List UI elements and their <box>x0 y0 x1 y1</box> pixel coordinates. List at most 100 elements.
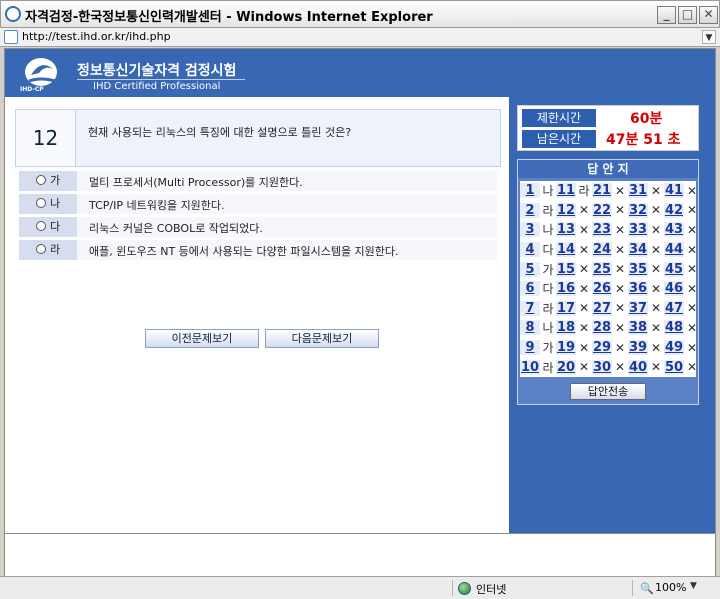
option-row[interactable]: 다 리눅스 커널은 COBOL로 작업되었다. <box>19 217 497 237</box>
answer-question-link[interactable]: 40 <box>628 359 648 375</box>
answer-question-link[interactable]: 21 <box>592 183 612 199</box>
answer-mark: 가 <box>542 341 554 356</box>
answer-question-link[interactable]: 29 <box>592 340 612 356</box>
radio-icon[interactable] <box>35 175 46 185</box>
answer-mark: ✕ <box>578 360 590 375</box>
answer-question-link[interactable]: 15 <box>556 261 576 277</box>
address-bar[interactable]: http://test.ihd.or.kr/ihd.php ▼ <box>0 28 720 47</box>
option-radio-label[interactable]: 다 <box>19 217 77 237</box>
answer-row: 4 다 14 ✕ 24 ✕ 34 ✕ 44 ✕ <box>520 240 697 260</box>
option-radio-label[interactable]: 라 <box>19 240 77 260</box>
answer-question-link[interactable]: 44 <box>664 242 684 258</box>
answer-question-link[interactable]: 35 <box>628 261 648 277</box>
answer-question-link[interactable]: 30 <box>592 359 612 375</box>
answer-question-link[interactable]: 4 <box>520 242 540 258</box>
answer-mark: ✕ <box>686 320 698 335</box>
chevron-down-icon[interactable]: ▼ <box>702 30 716 44</box>
answer-question-link[interactable]: 1 <box>520 183 540 199</box>
answer-mark: 나 <box>542 223 554 238</box>
answer-question-link[interactable]: 48 <box>664 320 684 336</box>
answer-question-link[interactable]: 24 <box>592 242 612 258</box>
address-url[interactable]: http://test.ihd.or.kr/ihd.php <box>22 30 171 43</box>
answer-cell: 48 ✕ <box>664 318 700 338</box>
answer-question-link[interactable]: 43 <box>664 222 684 238</box>
minimize-button[interactable]: _ <box>657 6 676 24</box>
answer-question-link[interactable]: 22 <box>592 202 612 218</box>
answer-question-link[interactable]: 26 <box>592 281 612 297</box>
radio-icon[interactable] <box>35 244 46 254</box>
option-row[interactable]: 나 TCP/IP 네트워킹을 지원한다. <box>19 194 497 214</box>
answer-mark: ✕ <box>614 262 626 277</box>
answer-cell: 20 ✕ <box>556 357 592 377</box>
answer-question-link[interactable]: 2 <box>520 202 540 218</box>
answer-question-link[interactable]: 33 <box>628 222 648 238</box>
answer-question-link[interactable]: 11 <box>556 183 576 199</box>
answer-cell: 7라 <box>520 299 556 319</box>
answer-question-link[interactable]: 27 <box>592 300 612 316</box>
answer-cell: 2라 <box>520 201 556 221</box>
answer-question-link[interactable]: 6 <box>520 281 540 297</box>
answer-question-link[interactable]: 13 <box>556 222 576 238</box>
answer-question-link[interactable]: 3 <box>520 222 540 238</box>
answer-question-link[interactable]: 38 <box>628 320 648 336</box>
answer-question-link[interactable]: 45 <box>664 261 684 277</box>
chevron-down-icon[interactable]: ▼ <box>690 581 697 591</box>
answer-question-link[interactable]: 9 <box>520 340 540 356</box>
window-titlebar: 자격검정-한국정보통신인력개발센터 - Windows Internet Exp… <box>0 0 720 28</box>
answer-mark: ✕ <box>578 320 590 335</box>
prev-question-button[interactable]: 이전문제보기 <box>145 329 259 348</box>
answer-question-link[interactable]: 7 <box>520 300 540 316</box>
answer-mark: ✕ <box>686 242 698 257</box>
answer-question-link[interactable]: 41 <box>664 183 684 199</box>
answer-cell: 38 ✕ <box>628 318 664 338</box>
close-button[interactable]: ✕ <box>699 6 718 24</box>
page-blank-area <box>4 534 716 576</box>
answer-question-link[interactable]: 14 <box>556 242 576 258</box>
answer-question-link[interactable]: 42 <box>664 202 684 218</box>
radio-icon[interactable] <box>35 198 46 208</box>
answer-question-link[interactable]: 16 <box>556 281 576 297</box>
radio-icon[interactable] <box>35 221 46 231</box>
answer-mark: ✕ <box>686 360 698 375</box>
answer-question-link[interactable]: 49 <box>664 340 684 356</box>
answer-question-link[interactable]: 31 <box>628 183 648 199</box>
maximize-button[interactable]: □ <box>678 6 697 24</box>
question-box: 12 현재 사용되는 리눅스의 특징에 대한 설명으로 틀린 것은? <box>15 109 501 167</box>
answer-cell: 31 ✕ <box>628 181 664 201</box>
answer-mark: ✕ <box>614 242 626 257</box>
answer-question-link[interactable]: 18 <box>556 320 576 336</box>
answer-question-link[interactable]: 28 <box>592 320 612 336</box>
answer-mark: 가 <box>542 262 554 277</box>
answer-question-link[interactable]: 32 <box>628 202 648 218</box>
answer-mark: 다 <box>542 243 554 258</box>
answer-question-link[interactable]: 8 <box>520 320 540 336</box>
answer-question-link[interactable]: 34 <box>628 242 648 258</box>
answer-question-link[interactable]: 50 <box>664 359 684 375</box>
answer-question-link[interactable]: 25 <box>592 261 612 277</box>
answer-mark: ✕ <box>614 183 626 198</box>
option-radio-label[interactable]: 가 <box>19 171 77 191</box>
option-row[interactable]: 라 애플, 윈도우즈 NT 등에서 사용되는 다양한 파일시스템을 지원한다. <box>19 240 497 260</box>
answer-question-link[interactable]: 12 <box>556 202 576 218</box>
answer-question-link[interactable]: 39 <box>628 340 648 356</box>
answer-question-link[interactable]: 47 <box>664 300 684 316</box>
answer-question-link[interactable]: 36 <box>628 281 648 297</box>
zoom-icon[interactable]: 🔍 <box>640 582 654 595</box>
answer-mark: 나 <box>542 184 554 199</box>
answer-question-link[interactable]: 20 <box>556 359 576 375</box>
security-zone: 인터넷 <box>476 583 507 596</box>
option-row[interactable]: 가 멀티 프로세서(Multi Processor)를 지원한다. <box>19 171 497 191</box>
answer-cell: 32 ✕ <box>628 201 664 221</box>
zoom-level[interactable]: 100% <box>655 581 686 594</box>
answer-question-link[interactable]: 10 <box>520 359 540 375</box>
answer-question-link[interactable]: 5 <box>520 261 540 277</box>
answer-question-link[interactable]: 19 <box>556 340 576 356</box>
next-question-button[interactable]: 다음문제보기 <box>265 329 379 348</box>
option-radio-label[interactable]: 나 <box>19 194 77 214</box>
answer-question-link[interactable]: 17 <box>556 300 576 316</box>
answer-question-link[interactable]: 46 <box>664 281 684 297</box>
answer-question-link[interactable]: 37 <box>628 300 648 316</box>
submit-answers-button[interactable]: 답안전송 <box>570 383 646 400</box>
answer-question-link[interactable]: 23 <box>592 222 612 238</box>
question-text: 현재 사용되는 리눅스의 특징에 대한 설명으로 틀린 것은? <box>88 126 352 139</box>
